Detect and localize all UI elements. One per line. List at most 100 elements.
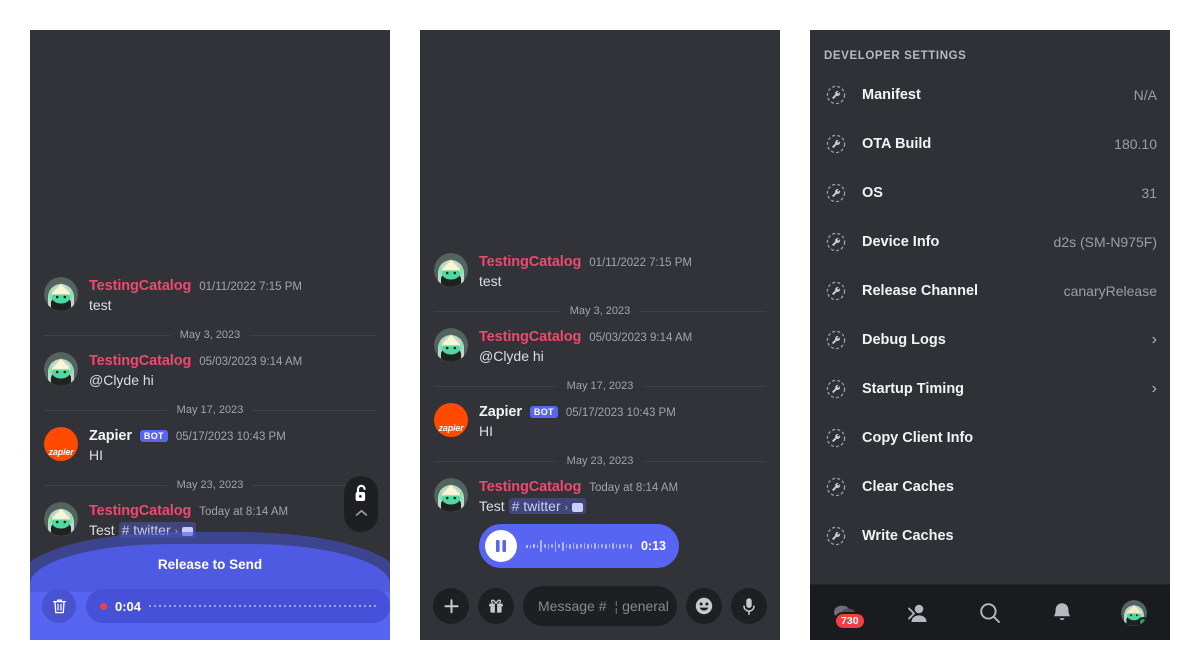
dev-setting-row-device-info[interactable]: Device Info d2s (SM-N975F) bbox=[810, 217, 1170, 266]
message-list-recording: TestingCatalog 01/11/2022 7:15 PM test May … bbox=[30, 270, 390, 544]
waveform-dot bbox=[279, 605, 282, 607]
message-body: TestingCatalog 05/03/2023 9:14 AM @Clyde h… bbox=[479, 328, 766, 366]
wrench-icon bbox=[826, 428, 846, 447]
waveform-bar bbox=[551, 544, 553, 548]
wrench-icon bbox=[826, 183, 846, 202]
panel-chat-voice: TestingCatalog 01/11/2022 7:15 PM test May … bbox=[420, 30, 780, 640]
waveform-dot bbox=[344, 605, 347, 607]
message-author[interactable]: Zapier bbox=[479, 404, 522, 420]
send-gift-button[interactable] bbox=[478, 588, 514, 624]
message-author[interactable]: TestingCatalog bbox=[89, 278, 191, 294]
waveform-dot bbox=[219, 605, 222, 607]
wrench-icon bbox=[824, 428, 848, 448]
message-input-bar: Message # | general bbox=[420, 584, 780, 628]
voice-message-player[interactable]: 0:13 bbox=[479, 524, 679, 568]
dev-setting-label: Write Caches bbox=[862, 527, 954, 544]
waveform-bar bbox=[540, 540, 542, 552]
release-to-send-label: Release to Send bbox=[157, 557, 263, 572]
testingcatalog-avatar bbox=[434, 478, 468, 513]
dev-setting-row-write-caches[interactable]: Write Caches bbox=[810, 511, 1170, 560]
friends-icon bbox=[908, 604, 927, 622]
divider-date: May 3, 2023 bbox=[569, 305, 631, 318]
message-author[interactable]: Zapier bbox=[89, 428, 132, 444]
divider-date: May 23, 2023 bbox=[566, 455, 634, 468]
voice-pause-button[interactable] bbox=[485, 530, 517, 562]
dev-setting-row-manifest[interactable]: Manifest N/A bbox=[810, 70, 1170, 119]
message-timestamp: 01/11/2022 7:15 PM bbox=[589, 257, 692, 270]
wrench-icon bbox=[826, 281, 846, 300]
developer-settings-header: DEVELOPER SETTINGS bbox=[824, 50, 967, 62]
bot-badge: BOT bbox=[529, 406, 558, 419]
waveform-bar bbox=[601, 544, 604, 548]
channel-mention[interactable]: # twitter › bbox=[508, 498, 587, 515]
waveform-bar bbox=[543, 544, 546, 548]
voice-record-button[interactable] bbox=[731, 588, 767, 624]
dev-setting-label: Startup Timing bbox=[862, 380, 965, 397]
waveform-dot bbox=[154, 605, 157, 607]
message-input-field[interactable]: Message # | general bbox=[523, 586, 677, 626]
add-attachment-button[interactable] bbox=[433, 588, 469, 624]
trash-icon bbox=[52, 599, 66, 613]
wrench-icon bbox=[826, 85, 846, 104]
waveform-dot bbox=[249, 605, 252, 607]
waveform-bar bbox=[597, 543, 600, 549]
chevron-right-icon: › bbox=[1151, 379, 1157, 397]
recording-progress-bar[interactable]: 0:04 bbox=[86, 589, 390, 623]
delete-recording-button[interactable] bbox=[42, 589, 76, 623]
message-timestamp: 05/03/2023 9:14 AM bbox=[199, 356, 303, 369]
microphone-icon bbox=[743, 597, 755, 615]
gift-icon bbox=[489, 599, 503, 613]
emoji-picker-button[interactable] bbox=[686, 588, 722, 624]
waveform-bar bbox=[526, 544, 528, 548]
voice-lock-control[interactable] bbox=[344, 476, 378, 532]
message-text: @Clyde hi bbox=[479, 348, 544, 365]
date-divider: May 23, 2023 bbox=[44, 479, 376, 491]
voice-waveform[interactable] bbox=[526, 538, 632, 554]
message-row: TestingCatalog 05/03/2023 9:14 AM @Clyde h… bbox=[44, 345, 376, 394]
wrench-icon bbox=[826, 134, 846, 153]
dev-setting-row-ota-build[interactable]: OTA Build 180.10 bbox=[810, 119, 1170, 168]
testingcatalog-avatar bbox=[44, 277, 78, 312]
waveform-bar bbox=[608, 544, 611, 548]
dev-setting-label: Release Channel bbox=[862, 282, 979, 299]
dev-setting-row-release-channel[interactable]: Release Channel canaryRelease bbox=[810, 266, 1170, 315]
dev-setting-value: 180.10 bbox=[1114, 135, 1157, 152]
message-body: TestingCatalog 01/11/2022 7:15 PM test bbox=[89, 277, 376, 315]
waveform-dot bbox=[364, 605, 367, 607]
message-author[interactable]: TestingCatalog bbox=[479, 329, 581, 345]
message-header: TestingCatalog 01/11/2022 7:15 PM bbox=[89, 278, 376, 294]
message-author[interactable]: TestingCatalog bbox=[479, 479, 581, 495]
message-body: TestingCatalog Today at 8:14 AM Test # twi… bbox=[479, 478, 766, 568]
voice-duration: 0:13 bbox=[640, 539, 666, 553]
dev-setting-row-startup-timing[interactable]: Startup Timing › bbox=[810, 364, 1170, 413]
nav-item-friends[interactable] bbox=[882, 585, 954, 641]
nav-item-notifications[interactable] bbox=[1026, 585, 1098, 641]
message-author[interactable]: TestingCatalog bbox=[89, 503, 191, 519]
nav-item-profile[interactable] bbox=[1098, 585, 1170, 641]
message-text: test bbox=[89, 297, 112, 314]
nav-item-servers[interactable]: 730 bbox=[810, 585, 882, 641]
screenshot-stage: TestingCatalog 01/11/2022 7:15 PM test May … bbox=[0, 0, 1200, 670]
message-header: TestingCatalog 05/03/2023 9:14 AM bbox=[479, 329, 766, 345]
dev-setting-row-clear-caches[interactable]: Clear Caches bbox=[810, 462, 1170, 511]
waveform-bar bbox=[583, 543, 586, 549]
message-author[interactable]: TestingCatalog bbox=[479, 254, 581, 270]
dev-setting-row-copy-client-info[interactable]: Copy Client Info bbox=[810, 413, 1170, 462]
waveform-bar bbox=[536, 544, 539, 548]
wrench-icon bbox=[824, 281, 848, 301]
message-row: TestingCatalog Today at 8:14 AM Test # twi… bbox=[434, 471, 766, 572]
nav-item-search[interactable] bbox=[954, 585, 1026, 641]
message-placeholder-channel: general bbox=[622, 598, 669, 614]
waveform-bar bbox=[529, 544, 532, 548]
waveform-bar bbox=[533, 544, 535, 548]
dev-setting-row-debug-logs[interactable]: Debug Logs › bbox=[810, 315, 1170, 364]
date-divider: May 17, 2023 bbox=[44, 404, 376, 416]
dev-setting-row-os[interactable]: OS 31 bbox=[810, 168, 1170, 217]
wrench-icon bbox=[824, 477, 848, 497]
message-row: TestingCatalog 01/11/2022 7:15 PM test bbox=[44, 270, 376, 319]
waveform-dot bbox=[284, 605, 287, 607]
message-author[interactable]: TestingCatalog bbox=[89, 353, 191, 369]
divider-line bbox=[434, 310, 560, 312]
wrench-icon bbox=[824, 134, 848, 154]
message-body: Zapier BOT 05/17/2023 10:43 PM HI bbox=[89, 427, 376, 465]
